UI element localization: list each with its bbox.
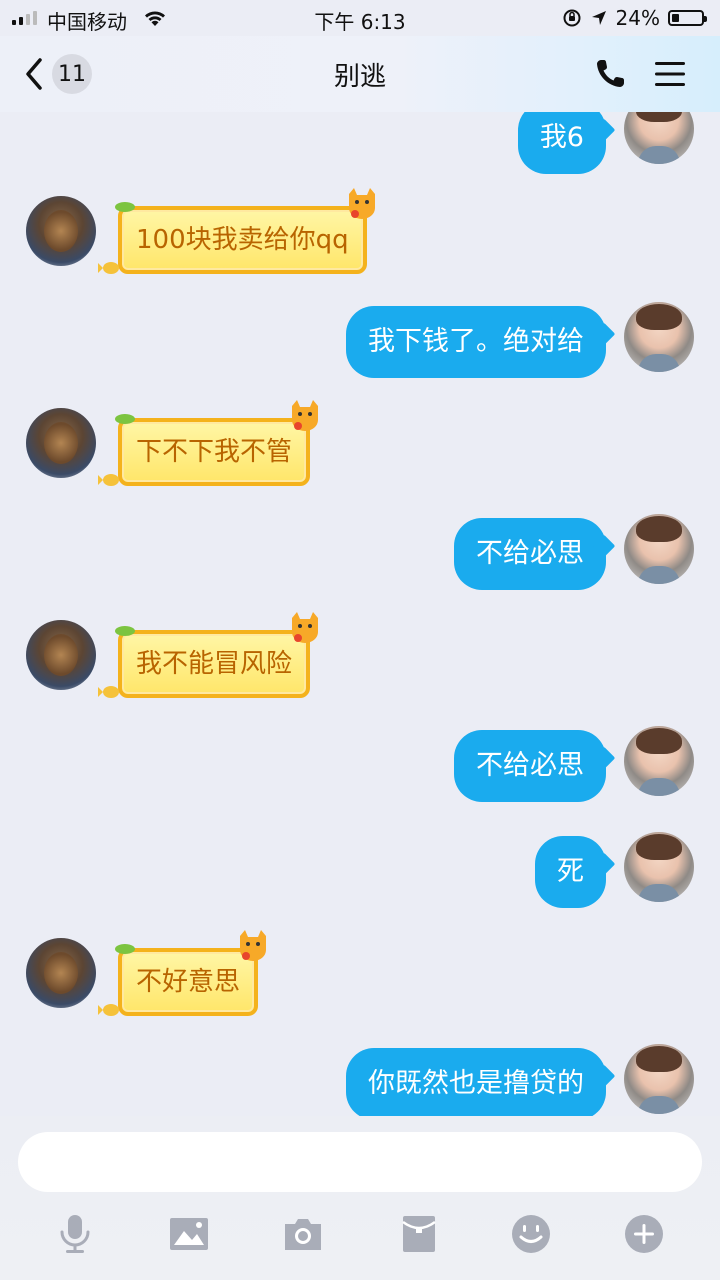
contact-avatar[interactable] <box>26 620 96 690</box>
message-row-other: 下不下我不管 <box>0 400 720 498</box>
cat-ornament-icon <box>292 612 318 643</box>
fish-ornament-icon <box>98 474 119 486</box>
leaf-ornament-icon <box>115 414 135 424</box>
message-bubble-self[interactable]: 不给必思 <box>454 730 606 802</box>
plus-icon[interactable] <box>622 1212 666 1256</box>
contact-avatar[interactable] <box>26 938 96 1008</box>
chat-message-list[interactable]: 我6 100块我卖给你qq 我下钱了。绝对给 下不下我不管 不给必思 我不能冒风… <box>0 112 720 1116</box>
cat-ornament-icon <box>292 400 318 431</box>
fish-ornament-icon <box>98 686 119 698</box>
status-bar: 中国移动 下午 6:13 24% <box>0 0 720 36</box>
cat-ornament-icon <box>240 930 266 961</box>
message-row-other: 我不能冒风险 <box>0 612 720 710</box>
message-row-self: 不给必思 <box>0 726 720 816</box>
menu-icon[interactable] <box>652 56 688 92</box>
self-avatar[interactable] <box>624 514 694 584</box>
image-icon[interactable] <box>167 1212 211 1256</box>
leaf-ornament-icon <box>115 944 135 954</box>
message-bubble-other[interactable]: 100块我卖给你qq <box>118 206 367 274</box>
message-bubble-self[interactable]: 我6 <box>517 112 606 174</box>
input-bar <box>0 1116 720 1280</box>
location-arrow-icon <box>591 11 606 25</box>
battery-percent: 24% <box>615 6 660 30</box>
contact-avatar[interactable] <box>26 196 96 266</box>
message-bubble-self[interactable]: 不给必思 <box>454 518 606 590</box>
message-row-other: 100块我卖给你qq <box>0 188 720 286</box>
message-row-self: 我下钱了。绝对给 <box>0 302 720 392</box>
message-input[interactable] <box>18 1132 702 1192</box>
message-row-self: 不给必思 <box>0 514 720 604</box>
message-bubble-other[interactable]: 下不下我不管 <box>118 418 311 486</box>
message-bubble-self[interactable]: 你既然也是撸贷的 <box>346 1048 606 1116</box>
cat-ornament-icon <box>349 188 375 219</box>
battery-icon <box>668 10 707 26</box>
contact-avatar[interactable] <box>26 408 96 478</box>
self-avatar[interactable] <box>624 832 694 902</box>
red-packet-icon[interactable] <box>397 1212 441 1256</box>
chat-header: 11 别逃 <box>0 36 720 112</box>
fish-ornament-icon <box>98 262 119 274</box>
leaf-ornament-icon <box>115 202 135 212</box>
leaf-ornament-icon <box>115 626 135 636</box>
self-avatar[interactable] <box>624 1044 694 1114</box>
emoji-icon[interactable] <box>509 1212 553 1256</box>
self-avatar[interactable] <box>624 302 694 372</box>
message-row-self: 我6 <box>0 112 720 182</box>
message-bubble-other[interactable]: 我不能冒风险 <box>118 630 311 698</box>
message-row-other: 不好意思 <box>0 930 720 1028</box>
message-bubble-self[interactable]: 死 <box>535 836 606 908</box>
message-bubble-self[interactable]: 我下钱了。绝对给 <box>346 306 606 378</box>
camera-icon[interactable] <box>281 1212 325 1256</box>
message-row-self: 死 <box>0 832 720 922</box>
fish-ornament-icon <box>98 1004 119 1016</box>
orientation-lock-icon <box>563 9 581 27</box>
phone-call-icon[interactable] <box>592 56 628 92</box>
message-row-self: 你既然也是撸贷的 <box>0 1044 720 1116</box>
microphone-icon[interactable] <box>53 1212 97 1256</box>
self-avatar[interactable] <box>624 726 694 796</box>
self-avatar[interactable] <box>624 112 694 164</box>
